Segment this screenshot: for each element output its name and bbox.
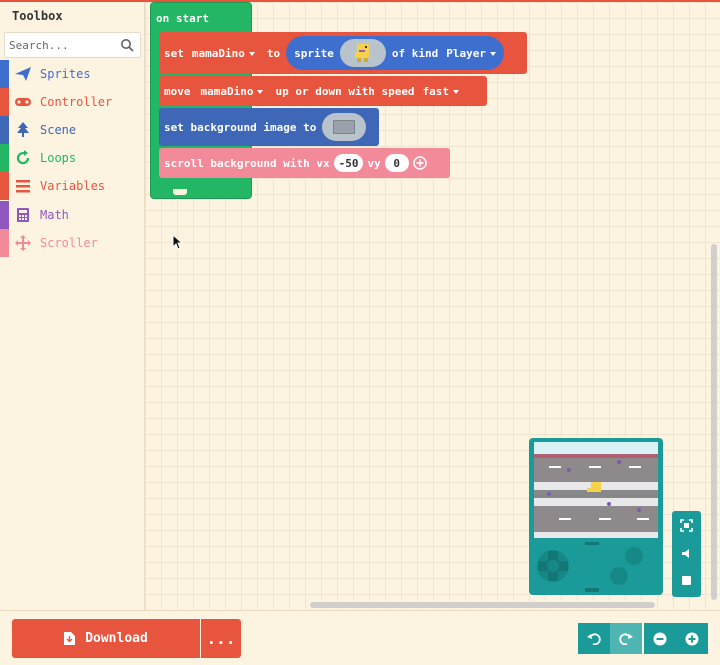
category-label: Variables [40, 179, 106, 193]
category-label: Loops [40, 151, 77, 165]
category-sprites[interactable]: Sprites [0, 60, 144, 88]
dino-sprite-icon [354, 44, 369, 62]
set-sprite-block[interactable]: set mamaDino to sprite of kind Player [159, 32, 527, 74]
undo-icon [587, 633, 601, 645]
set-keyword: set [164, 46, 184, 60]
redo-icon [619, 633, 633, 645]
category-math[interactable]: Math [0, 201, 144, 229]
move-sprite-block[interactable]: move mamaDino up or down with speed fast [159, 76, 487, 106]
mouse-cursor-icon [172, 234, 184, 250]
move-arrows-icon [15, 235, 31, 251]
add-parameter-icon[interactable] [412, 156, 427, 170]
category-label: Scene [40, 123, 77, 137]
sprite-of-kind-block[interactable]: sprite of kind Player [286, 36, 504, 70]
move-mode-label: up or down with speed [275, 84, 415, 98]
game-simulator[interactable] [529, 438, 663, 595]
zoom-out-button[interactable] [644, 623, 676, 654]
category-color-bar [0, 201, 9, 229]
zoom-out-icon [653, 632, 667, 645]
category-variables[interactable]: Variables [0, 172, 144, 200]
zoom-in-button[interactable] [676, 623, 708, 654]
category-color-bar [0, 172, 9, 200]
category-color-bar [0, 116, 9, 144]
category-scroller[interactable]: Scroller [0, 229, 144, 257]
set-background-label: set background image to [164, 120, 317, 134]
scroll-background-block[interactable]: scroll background with vx -50 vy 0 [159, 148, 450, 178]
sprite-image-picker[interactable] [339, 39, 386, 67]
category-label: Sprites [40, 67, 91, 81]
simulator-side-toolbar [672, 511, 701, 597]
undo-button[interactable] [578, 623, 610, 654]
calculator-icon [17, 208, 29, 222]
vertical-scrollbar[interactable] [711, 244, 717, 600]
tree-icon [17, 122, 29, 137]
category-scene[interactable]: Scene [0, 116, 144, 144]
variable-dropdown[interactable]: mamaDino [201, 85, 264, 98]
category-color-bar [0, 60, 9, 88]
category-color-bar [0, 88, 9, 116]
search-box[interactable] [4, 32, 141, 58]
download-label: Download [85, 631, 148, 646]
sprite-keyword: sprite [294, 46, 334, 60]
volume-icon[interactable] [680, 547, 693, 560]
vx-input[interactable]: -50 [333, 154, 364, 172]
search-icon[interactable] [120, 38, 134, 52]
zoom-in-icon [685, 632, 699, 645]
stop-icon[interactable] [680, 574, 693, 587]
block-notch [173, 189, 187, 195]
category-label: Math [40, 208, 69, 222]
kind-dropdown[interactable]: Player [446, 47, 496, 60]
category-label: Scroller [40, 236, 98, 250]
search-input[interactable] [9, 37, 117, 54]
horizontal-scrollbar[interactable] [310, 602, 655, 608]
toolbox: Toolbox Sprites Controller Scene Loops V… [0, 2, 145, 610]
download-button[interactable]: Download [12, 619, 200, 658]
category-controller[interactable]: Controller [0, 88, 144, 116]
speed-dropdown[interactable]: fast [423, 85, 460, 98]
category-loops[interactable]: Loops [0, 144, 144, 172]
redo-button[interactable] [610, 623, 642, 654]
paper-plane-icon [15, 67, 31, 81]
refresh-icon [16, 150, 30, 165]
image-placeholder-icon [333, 120, 356, 134]
list-icon [16, 180, 30, 193]
gamepad-icon [15, 98, 31, 106]
scroll-background-label: scroll background with vx [164, 156, 330, 170]
more-options-label: ... [206, 629, 236, 648]
more-options-button[interactable]: ... [201, 619, 241, 658]
to-keyword: to [266, 46, 281, 60]
vy-label: vy [367, 156, 381, 170]
category-color-bar [0, 229, 9, 257]
background-image-picker[interactable] [322, 113, 367, 141]
vy-input[interactable]: 0 [384, 154, 409, 172]
move-keyword: move [164, 84, 191, 98]
variable-dropdown[interactable]: mamaDino [192, 47, 255, 60]
category-color-bar [0, 144, 9, 172]
category-label: Controller [40, 95, 113, 109]
of-kind-keyword: of kind [391, 46, 439, 60]
fullscreen-icon[interactable] [680, 519, 693, 532]
toolbox-title: Toolbox [12, 9, 63, 23]
on-start-label: on start [156, 12, 209, 25]
set-background-block[interactable]: set background image to [159, 108, 379, 146]
download-icon [64, 632, 76, 645]
